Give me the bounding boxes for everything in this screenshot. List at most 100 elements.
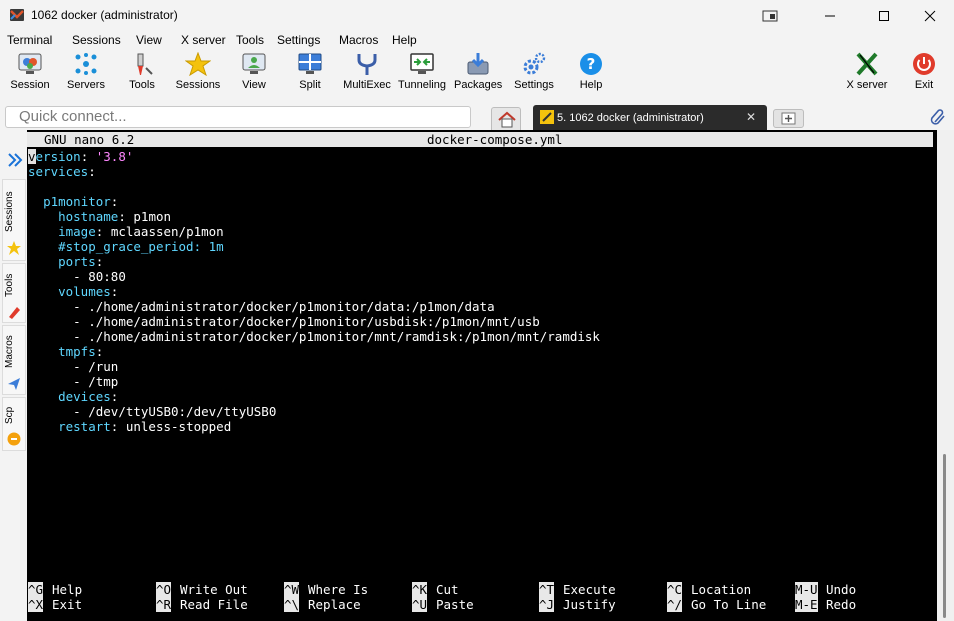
editor-line: - /tmp [73,374,119,389]
session-button[interactable]: Session [8,52,52,100]
editor-line: tmpfs: [58,344,104,359]
sidebar-tab-scp[interactable]: Scp [2,397,26,451]
view-icon [242,53,266,74]
editor-line: - /run [73,359,119,374]
shortcut-key: ^J [539,597,555,612]
shortcut-label: Exit [52,597,83,612]
shortcut-key: ^O [156,582,172,597]
shortcut-key: ^\ [284,597,300,612]
macros-icon [8,378,20,390]
menu-view[interactable]: View [136,33,162,47]
close-button[interactable] [907,0,953,31]
editor-line: services: [28,164,96,179]
minimize-button[interactable] [807,0,853,31]
editor-line: version: '3.8' [28,149,134,164]
nano-header: GNU nano 6.2 docker-compose.yml [27,132,933,147]
shortcut-label: Justify [563,597,616,612]
terminal[interactable]: GNU nano 6.2 docker-compose.yml version:… [27,130,937,621]
view-button[interactable]: View [236,52,272,100]
menu-sessions[interactable]: Sessions [72,33,121,47]
scrollbar-thumb[interactable] [943,454,946,618]
tab-home[interactable] [491,107,521,130]
sidebar-tab-tools[interactable]: Tools [2,263,26,323]
expand-sidebar-icon[interactable] [6,151,24,169]
plus-icon [781,112,796,125]
menu-x-server[interactable]: X server [181,33,226,47]
editor-line: - ./home/administrator/docker/p1monitor/… [73,329,600,344]
editor-line: hostname: p1mon [58,209,172,224]
editor-line: p1monitor: [43,194,119,209]
shortcut-label: Help [52,582,83,597]
exit-button[interactable]: Exit [907,52,941,100]
star-icon [7,241,21,255]
tray-button[interactable] [747,0,793,31]
text-cursor: v [28,149,36,164]
paperclip-icon[interactable] [929,108,947,126]
tab-row: Quick connect... 5. 1062 docker (adminis… [0,103,954,130]
power-icon [913,53,935,75]
svg-text:?: ? [587,55,596,73]
shortcut-row-1: ^G Help ^O Write Out ^W Where Is ^K Cut ^T Execut… [28,582,934,597]
x-server-icon [856,52,878,76]
shortcut-label: Redo [826,597,857,612]
menu-help[interactable]: Help [392,33,417,47]
servers-button[interactable]: Servers [64,52,108,100]
shortcut-key: M-U [795,582,818,597]
tunneling-icon [410,53,434,74]
shortcut-label: Replace [308,597,361,612]
menu-tools[interactable]: Tools [236,33,264,47]
editor-line: - /dev/ttyUSB0:/dev/ttyUSB0 [73,404,277,419]
tunneling-button[interactable]: Tunneling [397,52,447,100]
home-icon [498,111,516,128]
new-tab-button[interactable] [773,109,804,128]
menu-macros[interactable]: Macros [339,33,378,47]
nano-filename: docker-compose.yml [427,132,563,147]
shortcut-key: ^C [667,582,683,597]
menu-settings[interactable]: Settings [277,33,320,47]
editor-line: restart: unless-stopped [58,419,232,434]
sidebar: Sessions Tools Macros Scp [0,130,27,621]
mobaxterm-icon [10,9,24,21]
close-icon [924,10,936,21]
multiexec-icon [357,54,377,75]
help-button[interactable]: ? Help [574,52,608,100]
servers-icon [75,53,97,75]
maximize-button[interactable] [861,0,907,31]
x-server-button[interactable]: X server [844,52,890,100]
tray-icon [762,10,778,21]
shortcut-key: ^X [28,597,44,612]
multiexec-button[interactable]: MultiExec [341,52,393,100]
quick-connect-input[interactable]: Quick connect... [5,106,471,128]
minimize-icon [825,15,835,16]
split-button[interactable]: Split [292,52,328,100]
session-icon [18,53,42,74]
tab-session[interactable]: 5. 1062 docker (administrator) ✕ [533,105,767,130]
shortcut-key: ^W [284,582,300,597]
sidebar-tab-sessions[interactable]: Sessions [2,179,26,261]
shortcut-row-2: ^X Exit ^R Read File ^\ Replace ^U Paste ^J Justi… [28,597,934,612]
editor-line: image: mclaassen/p1mon [58,224,224,239]
shortcut-key: ^T [539,582,555,597]
nano-version: GNU nano 6.2 [44,132,135,147]
tools-button[interactable]: Tools [122,52,162,100]
sessions-button[interactable]: Sessions [174,52,222,100]
packages-button[interactable]: Packages [454,52,502,100]
window-title: 1062 docker (administrator) [31,8,178,22]
tab-close-button[interactable]: ✕ [746,110,756,124]
tools-icon [9,307,20,319]
settings-button[interactable]: Settings [512,52,556,100]
editor-line: ports: [58,254,104,269]
shortcut-label: Write Out [180,582,248,597]
toolbar: Session Servers Tools Sessions View Spli… [0,50,954,102]
editor-line: - 80:80 [73,269,126,284]
gear-icon [523,52,546,75]
shortcut-key: ^/ [667,597,683,612]
shortcut-label: Read File [180,597,248,612]
sidebar-tab-macros[interactable]: Macros [2,325,26,395]
shortcut-key: ^R [156,597,172,612]
editor-line: #stop_grace_period: 1m [58,239,224,254]
terminal-scrollbar[interactable] [937,130,954,621]
shortcut-label: Paste [436,597,474,612]
menu-terminal[interactable]: Terminal [7,33,52,47]
editor-line: volumes: [58,284,119,299]
